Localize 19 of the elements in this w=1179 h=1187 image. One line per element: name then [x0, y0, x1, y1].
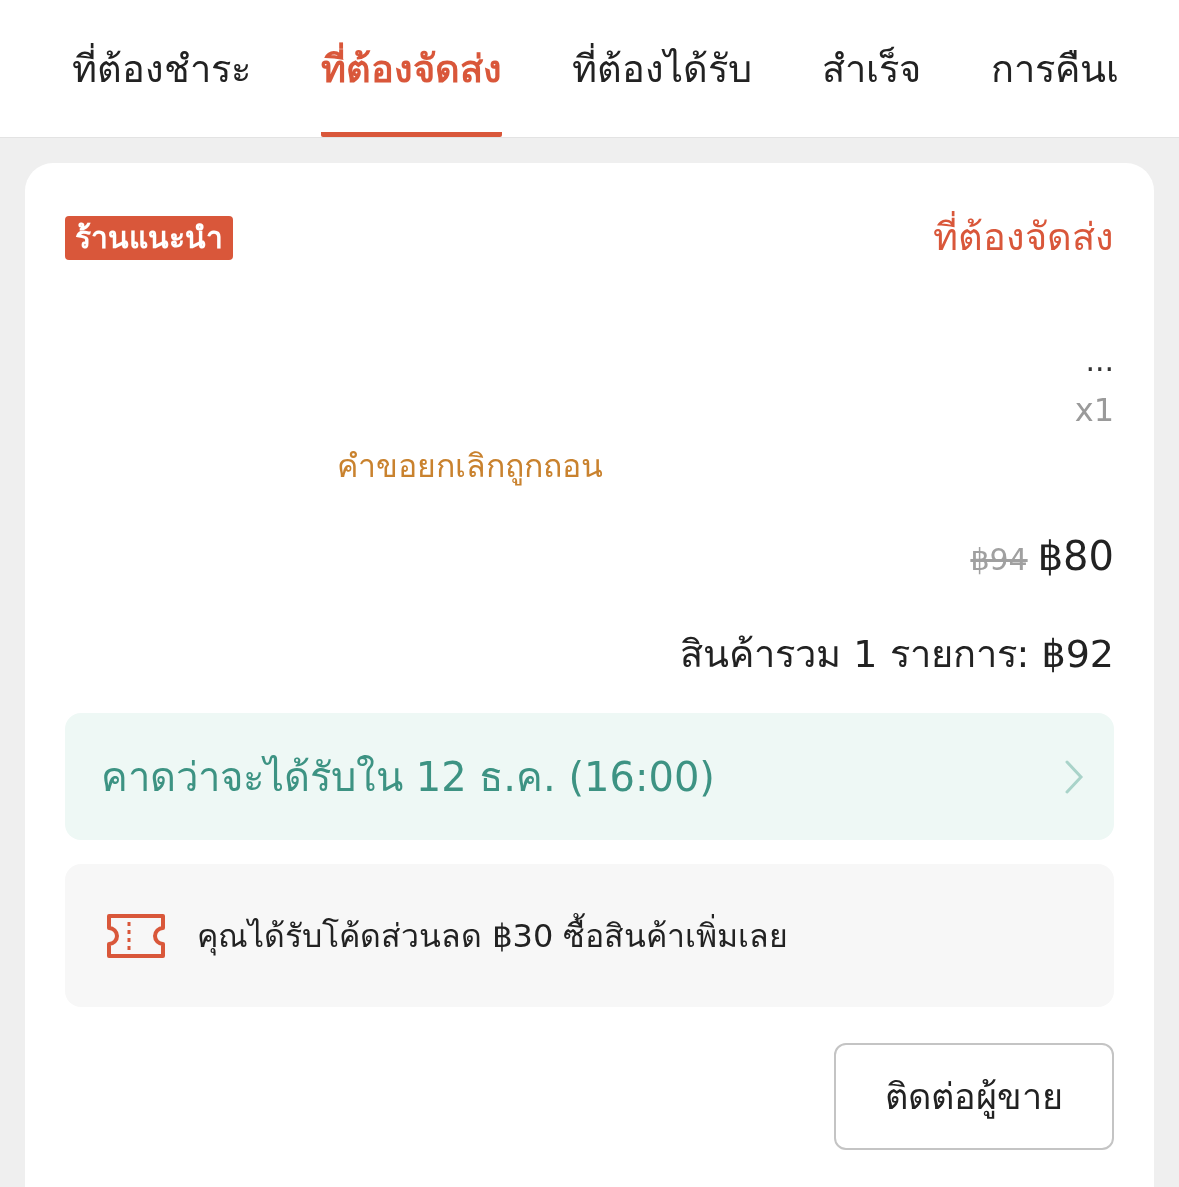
more-text: ... [1085, 346, 1114, 376]
cancel-note: คำขอยกเลิกถูกถอน [337, 447, 603, 485]
delivery-text: คาดว่าจะได้รับใน 12 ธ.ค. (16:00) [101, 752, 715, 802]
tab[interactable]: ที่ต้องจัดส่ง [321, 41, 502, 137]
tab[interactable]: การคืนเ [991, 41, 1119, 137]
tab[interactable]: สำเร็จ [822, 41, 921, 137]
tab[interactable]: ที่ต้องชำระ [72, 41, 251, 137]
original-price: ฿94 [970, 541, 1028, 579]
price: ฿80 [1037, 532, 1114, 581]
voucher-text: คุณได้รับโค้ดส่วนลด ฿30 ซื้อสินค้าเพิ่มเลย [197, 911, 789, 960]
ticket-icon [105, 911, 167, 960]
quantity: x1 [1074, 390, 1114, 431]
order-total: สินค้ารวม 1 รายการ: ฿92 [680, 631, 1114, 678]
voucher-banner[interactable]: คุณได้รับโค้ดส่วนลด ฿30 ซื้อสินค้าเพิ่มเลย [65, 864, 1114, 1007]
tab[interactable]: ที่ต้องได้รับ [572, 41, 752, 137]
shop-badge: ร้านแนะนำ [65, 215, 233, 260]
chevron-right-icon [1064, 758, 1084, 795]
order-status: ที่ต้องจัดส่ง [933, 209, 1114, 266]
contact-seller-button[interactable]: ติดต่อผู้ขาย [834, 1043, 1114, 1150]
